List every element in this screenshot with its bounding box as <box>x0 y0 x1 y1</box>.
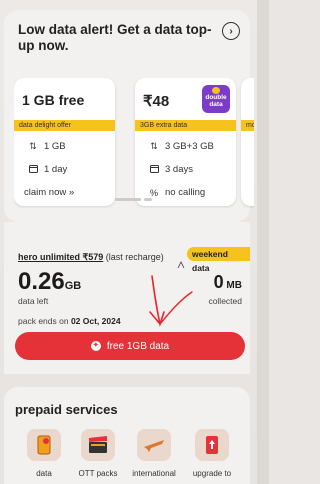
free-1gb-data-button[interactable]: ✦ free 1GB data <box>15 332 245 360</box>
gift-icon: ✦ <box>90 341 101 351</box>
offer-data-amount: 3 GB+3 GB <box>165 141 214 152</box>
service-label: upgrade to <box>192 469 232 478</box>
alert-title: Low data alert! Get a data top-up now. <box>18 22 212 53</box>
scrollbar[interactable] <box>257 0 269 484</box>
offer-carousel[interactable]: 1 GB free data delight offer ⇅ 1 GB 1 da… <box>14 78 254 208</box>
service-data[interactable]: data <box>22 429 66 478</box>
low-data-alert-card: Low data alert! Get a data top-up now. ›… <box>4 10 254 222</box>
service-label: international <box>132 469 176 478</box>
pack-ends-date: 02 Oct, 2024 <box>70 316 121 326</box>
red-annotation-arrow-icon <box>149 275 193 327</box>
collected-unit: MB <box>223 280 242 291</box>
offer-validity-row: 1 day <box>28 164 67 175</box>
offer-price: ₹48 <box>143 93 170 110</box>
data-left-label: data left <box>18 296 49 306</box>
service-ott-packs[interactable]: OTT packs <box>76 429 120 478</box>
data-balance-card: hero unlimited ₹579 (last recharge) week… <box>4 222 250 374</box>
service-label: data <box>36 469 52 478</box>
phone-data-icon <box>27 429 61 461</box>
double-data-badge: double data <box>202 85 230 113</box>
offer-validity: 3 days <box>165 164 193 175</box>
no-calling-icon: % <box>149 187 158 198</box>
offer-data-row: ⇅ 1 GB <box>28 141 66 152</box>
data-arrows-icon: ⇅ <box>29 141 37 151</box>
offer-calling: no calling <box>165 187 206 198</box>
service-label: OTT packs <box>78 469 118 478</box>
calendar-icon <box>28 164 38 175</box>
app-screen: Low data alert! Get a data top-up now. ›… <box>0 0 269 484</box>
coin-icon <box>212 87 220 94</box>
carousel-indicator-dot <box>144 198 152 201</box>
pack-ends-text: pack ends on 02 Oct, 2024 <box>18 316 121 326</box>
double-data-label: double data <box>205 94 227 108</box>
offer-calling-row: % no calling <box>149 187 205 198</box>
carousel-indicator-active <box>115 198 141 201</box>
offer-card-peek[interactable]: mo <box>241 78 254 206</box>
free-1gb-data-label: free 1GB data <box>106 340 170 352</box>
offer-tag: data delight offer <box>14 120 115 131</box>
data-left-unit: GB <box>64 280 82 292</box>
offer-card-1gb-free[interactable]: 1 GB free data delight offer ⇅ 1 GB 1 da… <box>14 78 115 206</box>
data-left-value: 0.26GB <box>18 268 81 296</box>
collected-value: 0 MB <box>214 272 242 293</box>
data-left-number: 0.26 <box>18 268 65 295</box>
calendar-icon <box>149 164 159 175</box>
upgrade-phone-icon <box>195 429 229 461</box>
service-international[interactable]: international <box>132 429 176 478</box>
plan-name-link[interactable]: hero unlimited ₹579 <box>18 252 103 262</box>
prepaid-services-section: prepaid services data OTT packs internat… <box>4 387 250 484</box>
plan-line: hero unlimited ₹579 (last recharge) <box>18 252 164 263</box>
service-upgrade[interactable]: upgrade to <box>190 429 234 478</box>
offer-validity-row: 3 days <box>149 164 193 175</box>
weekend-data-badge[interactable]: weekend data <box>187 247 250 273</box>
offer-data-amount: 1 GB <box>44 141 66 152</box>
claim-now-link[interactable]: claim now » <box>24 187 74 198</box>
offer-tag: mo <box>241 120 254 131</box>
plan-suffix: (last recharge) <box>103 252 164 262</box>
sparkle-icon <box>177 261 185 269</box>
offer-validity: 1 day <box>44 164 68 175</box>
data-arrows-icon: ⇅ <box>150 141 158 151</box>
chevron-right-icon[interactable]: › <box>222 22 240 40</box>
offer-price: 1 GB free <box>22 92 85 108</box>
collected-label: collected <box>208 296 242 306</box>
collected-number: 0 <box>213 272 224 292</box>
offer-data-row: ⇅ 3 GB+3 GB <box>149 141 214 152</box>
services-title: prepaid services <box>15 402 118 417</box>
airplane-icon <box>137 429 171 461</box>
clapperboard-icon <box>81 429 115 461</box>
carousel-indicator <box>115 198 152 201</box>
offer-card-48[interactable]: ₹48 double data 3GB extra data ⇅ 3 GB+3 … <box>135 78 236 206</box>
offer-tag: 3GB extra data <box>135 120 236 131</box>
pack-ends-prefix: pack ends on <box>18 316 71 326</box>
